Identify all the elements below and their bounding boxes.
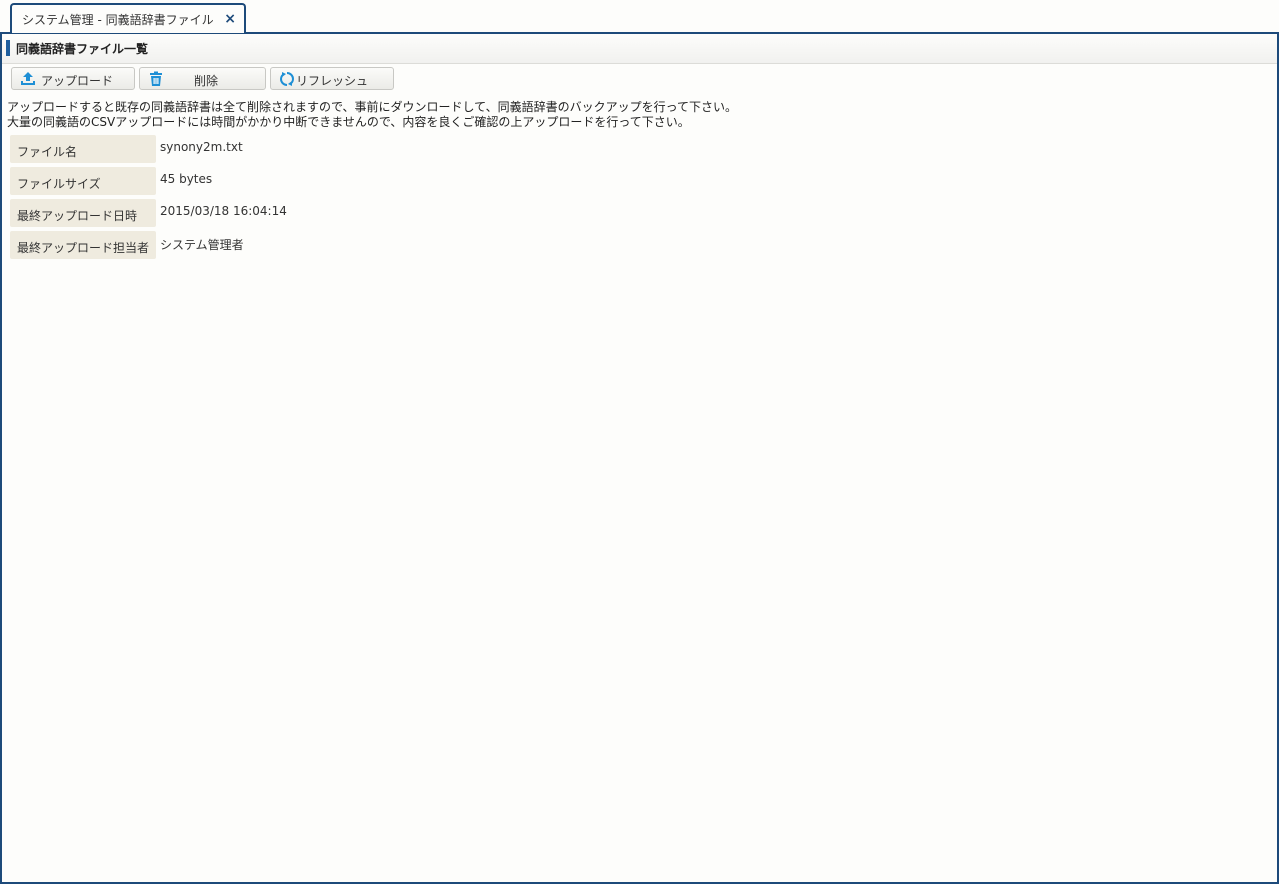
upload-icon (21, 72, 35, 85)
note-line-1: アップロードすると既存の同義語辞書は全て削除されますので、事前にダウンロードして… (7, 100, 737, 114)
refresh-label: リフレッシュ (296, 74, 369, 88)
info-value: 2015/03/18 16:04:14 (160, 204, 287, 218)
info-value: システム管理者 (160, 238, 244, 252)
info-row-uploader: 最終アップロード担当者 システム管理者 (10, 231, 610, 259)
upload-button[interactable]: アップロード (11, 67, 135, 90)
info-label: 最終アップロード日時 (10, 199, 156, 227)
panel-title: 同義語辞書ファイル一覧 (16, 42, 149, 56)
tab-strip: システム管理 - 同義語辞書ファイル × (0, 0, 1279, 33)
upload-label: アップロード (41, 74, 114, 88)
trash-icon (150, 71, 162, 86)
refresh-icon (280, 72, 294, 86)
upload-notes: アップロードすると既存の同義語辞書は全て削除されますので、事前にダウンロードして… (7, 100, 737, 130)
main-panel: 同義語辞書ファイル一覧 アップロード 削除 リフレッシュ アップロードすると既存… (0, 32, 1279, 884)
info-row-filename: ファイル名 synony2m.txt (10, 135, 610, 163)
info-value: synony2m.txt (160, 140, 243, 154)
delete-label: 削除 (194, 74, 219, 88)
info-row-filesize: ファイルサイズ 45 bytes (10, 167, 610, 195)
info-value: 45 bytes (160, 172, 213, 186)
note-line-2: 大量の同義語のCSVアップロードには時間がかかり中断できませんので、内容を良くご… (7, 115, 690, 129)
refresh-button[interactable]: リフレッシュ (270, 67, 394, 90)
info-label: ファイル名 (10, 135, 156, 163)
delete-button[interactable]: 削除 (139, 67, 266, 90)
info-row-upload-date: 最終アップロード日時 2015/03/18 16:04:14 (10, 199, 610, 227)
close-icon[interactable]: × (224, 12, 236, 26)
panel-header: 同義語辞書ファイル一覧 (2, 34, 1277, 64)
info-label: ファイルサイズ (10, 167, 156, 195)
tab-title: システム管理 - 同義語辞書ファイル (22, 12, 214, 27)
info-label: 最終アップロード担当者 (10, 231, 156, 259)
tab-synonym-dictionary[interactable]: システム管理 - 同義語辞書ファイル × (10, 3, 246, 33)
title-accent-bar (6, 40, 10, 56)
